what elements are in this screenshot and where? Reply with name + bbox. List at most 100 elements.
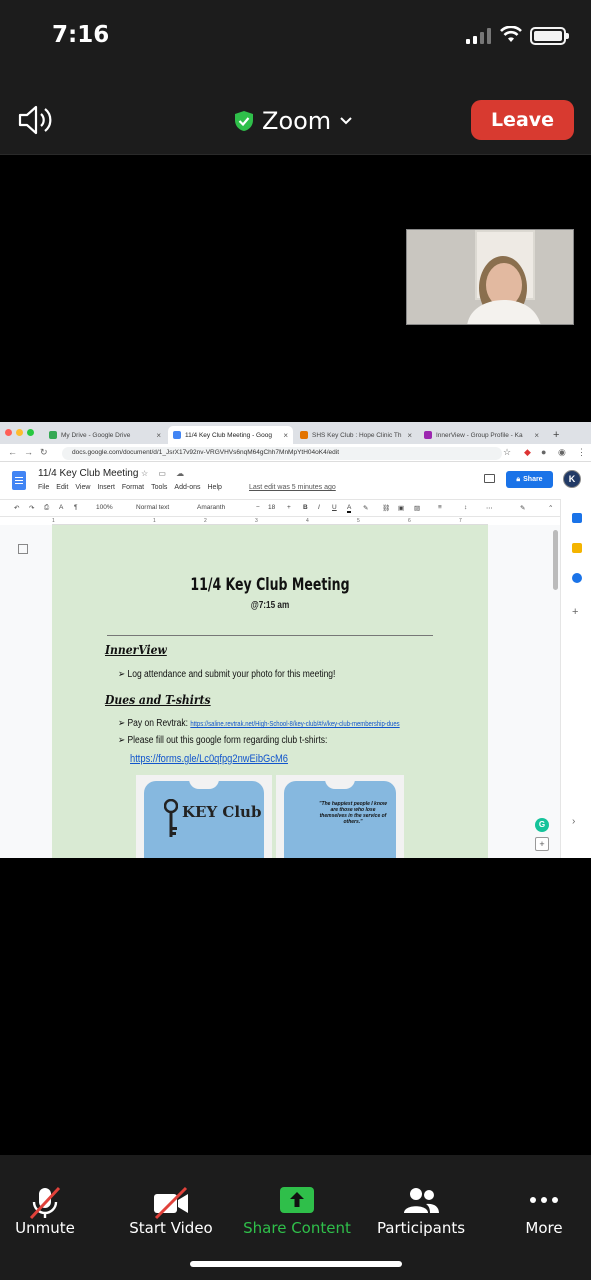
- leave-button[interactable]: Leave: [471, 100, 574, 140]
- document-title[interactable]: 11/4 Key Club Meeting: [38, 468, 138, 479]
- more-toolbar-icon[interactable]: ⋯: [486, 504, 493, 512]
- browser-tab-active[interactable]: 11/4 Key Club Meeting - Goog ×: [168, 426, 293, 444]
- profile-icon[interactable]: ◉: [558, 447, 566, 458]
- text-color-icon[interactable]: A: [347, 504, 352, 513]
- font-size-decrease-icon[interactable]: −: [256, 504, 260, 511]
- bullet-pay-revtrak: ➢ Pay on Revtrak: https://saline.revtrak…: [118, 718, 400, 729]
- ruler-tick: 4: [306, 518, 309, 524]
- comment-history-icon[interactable]: [484, 474, 495, 483]
- meeting-header: Zoom Leave: [0, 72, 591, 155]
- italic-icon[interactable]: I: [318, 504, 320, 511]
- tab-close-icon[interactable]: ×: [407, 431, 412, 440]
- undo-icon[interactable]: ↶: [14, 504, 19, 512]
- paint-format-icon[interactable]: ¶: [74, 504, 78, 511]
- window-close-dot[interactable]: [5, 429, 12, 436]
- browser-tab[interactable]: SHS Key Club : Hope Clinic Th ×: [295, 426, 417, 444]
- docs-share-label: Share: [523, 476, 543, 483]
- comment-icon[interactable]: ▣: [398, 504, 404, 512]
- browser-tab-bar: My Drive - Google Drive × 11/4 Key Club …: [0, 422, 591, 444]
- docs-share-button[interactable]: 🔒︎ Share: [506, 471, 553, 488]
- bookmark-star-icon[interactable]: ☆: [503, 447, 511, 458]
- menu-addons[interactable]: Add-ons: [174, 484, 200, 491]
- browser-menu-icon[interactable]: ⋮: [577, 447, 586, 458]
- wifi-icon: [500, 26, 522, 42]
- link-icon[interactable]: ⛓: [382, 504, 390, 512]
- grammarly-icon[interactable]: G: [535, 818, 549, 832]
- calendar-icon[interactable]: [572, 513, 582, 523]
- icon-slot: [0, 1185, 105, 1220]
- google-form-link[interactable]: https://forms.gle/Lc0qfpg2nwEibGcM6: [130, 753, 288, 765]
- explore-icon[interactable]: +: [535, 837, 549, 851]
- bold-icon[interactable]: B: [303, 504, 308, 511]
- document-subheading: @7:15 am: [250, 600, 290, 611]
- highlight-icon[interactable]: ✎: [363, 504, 368, 512]
- print-icon[interactable]: ⎙: [44, 504, 49, 512]
- font-select[interactable]: Amaranth: [197, 504, 225, 511]
- font-size-field[interactable]: 18: [268, 504, 275, 511]
- more-dots-icon: [530, 1197, 558, 1203]
- url-field[interactable]: docs.google.com/document/d/1_JsrX17v92nv…: [62, 447, 502, 460]
- speaker-icon[interactable]: [16, 102, 54, 138]
- new-tab-icon[interactable]: +: [548, 426, 564, 444]
- icon-slot: [361, 1185, 481, 1215]
- tshirt-front: KEY Club: [144, 779, 264, 858]
- font-size-increase-icon[interactable]: +: [287, 504, 291, 511]
- spellcheck-icon[interactable]: A: [59, 504, 63, 511]
- style-select[interactable]: Normal text: [136, 504, 169, 511]
- align-icon[interactable]: ≡: [438, 504, 442, 511]
- revtrak-link[interactable]: https://saline.revtrak.net/High-School-8…: [190, 721, 399, 728]
- chevron-down-icon: [340, 117, 352, 125]
- redo-icon[interactable]: ↷: [29, 504, 34, 512]
- tab-close-icon[interactable]: ×: [156, 431, 161, 440]
- participant-video-thumbnail[interactable]: [406, 229, 574, 325]
- lock-icon: 🔒︎: [516, 475, 521, 483]
- tasks-icon[interactable]: [572, 573, 582, 583]
- shirt-back-quote: "The happiest people I know are those wh…: [319, 801, 387, 825]
- zoom-select[interactable]: 100%: [96, 504, 113, 511]
- menu-help[interactable]: Help: [208, 484, 222, 491]
- menu-edit[interactable]: Edit: [56, 484, 68, 491]
- document-scrollbar[interactable]: [553, 530, 558, 590]
- reload-icon[interactable]: ↻: [40, 447, 48, 458]
- last-edit-link[interactable]: Last edit was 5 minutes ago: [249, 484, 336, 491]
- document-heading: 11/4 Key Club Meeting: [190, 575, 350, 595]
- meeting-title-button[interactable]: Zoom: [234, 106, 353, 136]
- account-avatar[interactable]: K: [563, 470, 581, 488]
- line-spacing-icon[interactable]: ↕: [464, 504, 467, 511]
- forward-icon[interactable]: →: [24, 447, 33, 457]
- back-icon[interactable]: ←: [8, 447, 17, 457]
- tab-close-icon[interactable]: ×: [283, 431, 288, 440]
- document-page[interactable]: 11/4 Key Club Meeting @7:15 am InnerView…: [52, 525, 488, 858]
- more-label: More: [525, 1219, 563, 1237]
- home-indicator[interactable]: [190, 1261, 402, 1267]
- browser-tab[interactable]: My Drive - Google Drive ×: [44, 426, 166, 444]
- video-off-icon: [154, 1186, 188, 1220]
- window-minimize-dot[interactable]: [16, 429, 23, 436]
- star-move-cloud-icons[interactable]: ☆ ▭ ☁: [141, 469, 188, 478]
- underline-icon[interactable]: U: [332, 504, 337, 511]
- share-arrow-icon: [280, 1187, 314, 1213]
- image-icon[interactable]: ▨: [414, 504, 420, 512]
- shared-screen[interactable]: My Drive - Google Drive × 11/4 Key Club …: [0, 422, 591, 858]
- menu-format[interactable]: Format: [122, 484, 144, 491]
- extension-icon[interactable]: ●: [541, 447, 546, 457]
- window-zoom-dot[interactable]: [27, 429, 34, 436]
- expand-panel-icon[interactable]: ›: [572, 817, 575, 827]
- menu-view[interactable]: View: [75, 484, 90, 491]
- collapse-menu-icon[interactable]: ⌃: [548, 504, 553, 512]
- tab-close-icon[interactable]: ×: [534, 431, 539, 440]
- keep-icon[interactable]: [572, 543, 582, 553]
- browser-tab[interactable]: InnerView - Group Profile - Ka ×: [419, 426, 544, 444]
- editing-mode-icon[interactable]: ✎: [520, 504, 525, 512]
- add-addon-icon[interactable]: +: [572, 607, 578, 618]
- status-time: 7:16: [52, 22, 110, 48]
- docs-logo-icon[interactable]: [12, 471, 26, 490]
- docs-side-panel: + ›: [560, 499, 591, 858]
- document-outline-icon[interactable]: [18, 544, 28, 554]
- innerview-icon: [424, 431, 432, 439]
- menu-file[interactable]: File: [38, 484, 49, 491]
- menu-insert[interactable]: Insert: [97, 484, 115, 491]
- participants-icon: [404, 1188, 439, 1213]
- extension-icon[interactable]: ◆: [524, 447, 531, 458]
- menu-tools[interactable]: Tools: [151, 484, 167, 491]
